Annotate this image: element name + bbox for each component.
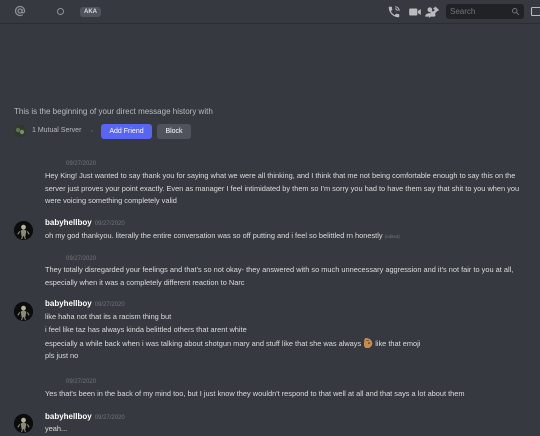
- message-timestamp: 09/27/2020: [94, 415, 125, 421]
- avatar[interactable]: [14, 414, 33, 433]
- message-text: They totally disregarded your feelings a…: [45, 265, 514, 287]
- block-button[interactable]: Block: [157, 124, 191, 139]
- message-timestamp: 09/27/2020: [66, 379, 97, 385]
- dm-welcome-text: This is the beginning of your direct mes…: [14, 107, 213, 116]
- message-line: yeah...: [45, 424, 68, 433]
- author-name[interactable]: babyhellboy: [45, 299, 92, 308]
- message-line-text: like that emoji: [375, 339, 421, 348]
- mutual-server-icon[interactable]: [14, 125, 26, 137]
- message-text: Yes that's been in the back of my mind t…: [45, 389, 465, 398]
- message-timestamp: 09/27/2020: [94, 221, 125, 227]
- edited-tag: (edited): [384, 234, 400, 239]
- at-icon: [14, 5, 26, 17]
- message-author[interactable]: babyhellboy 09/27/2020: [45, 218, 125, 227]
- message-line: pls just no: [45, 351, 79, 360]
- search-input[interactable]: [450, 4, 508, 19]
- message-line-text: especially a while back when i was talki…: [45, 339, 362, 348]
- author-name[interactable]: babyhellboy: [45, 412, 92, 421]
- message-timestamp: 09/27/2020: [94, 302, 125, 308]
- status-icon: [57, 8, 64, 15]
- message-line: like haha not that its a racism thing bu…: [45, 312, 172, 321]
- video-call-icon[interactable]: [408, 5, 422, 19]
- message-text: Hey King! Just wanted to say thank you f…: [45, 171, 520, 205]
- message-line: especially a while back when i was talki…: [45, 337, 420, 351]
- add-friend-button[interactable]: Add Friend: [101, 124, 152, 139]
- message-timestamp: 09/27/2020: [66, 161, 97, 167]
- message-text: oh my god thankyou. literally the entire…: [45, 230, 400, 244]
- search-icon[interactable]: [511, 7, 520, 16]
- message-line: i feel like taz has always kinda belittl…: [45, 325, 247, 334]
- inbox-icon[interactable]: [530, 5, 540, 18]
- avatar[interactable]: [14, 221, 33, 240]
- message-line: oh my god thankyou. literally the entire…: [45, 231, 383, 240]
- search-field[interactable]: [446, 4, 524, 19]
- message-timestamp: 09/27/2020: [66, 256, 97, 262]
- mutual-servers-link[interactable]: 1 Mutual Server: [32, 127, 81, 134]
- message-author[interactable]: babyhellboy 09/27/2020: [45, 412, 125, 421]
- status-badge: AKA: [80, 7, 101, 17]
- avatar[interactable]: [14, 302, 33, 321]
- author-name[interactable]: babyhellboy: [45, 218, 92, 227]
- message-author[interactable]: babyhellboy 09/27/2020: [45, 299, 125, 308]
- top-bar: AKA: [0, 0, 540, 24]
- phone-call-icon[interactable]: [387, 5, 401, 19]
- add-user-icon[interactable]: [424, 5, 438, 19]
- separator-dot: [91, 130, 93, 132]
- custom-emoji-icon[interactable]: [363, 337, 373, 348]
